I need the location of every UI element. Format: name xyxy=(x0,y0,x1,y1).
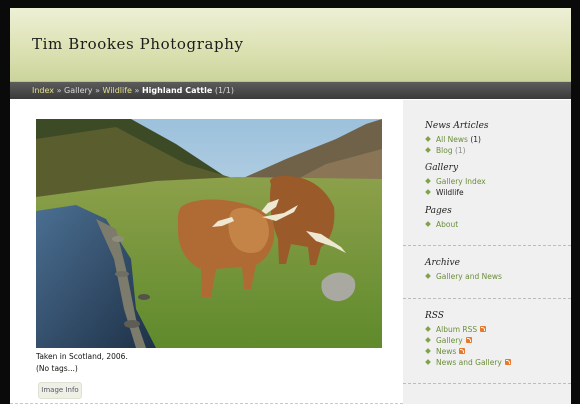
bullet-icon xyxy=(425,359,431,365)
rss-icon[interactable] xyxy=(465,337,472,343)
sidebar-heading: Pages xyxy=(425,206,452,216)
bullet-icon xyxy=(425,348,431,354)
photo-caption: Taken in Scotland, 2006. xyxy=(36,352,128,361)
sidebar-item-gallery-rss[interactable]: Gallery xyxy=(425,335,571,346)
sidebar-item-all-news[interactable]: All News (1) xyxy=(425,134,571,145)
sidebar-news-articles: News Articles All News (1) Blog (1) xyxy=(403,121,571,156)
sidebar-item-label[interactable]: Wildlife xyxy=(436,188,464,197)
breadcrumb-gallery: Gallery xyxy=(64,86,93,95)
sidebar-item-gallery-and-news[interactable]: Gallery and News xyxy=(425,271,571,282)
sidebar-heading: RSS xyxy=(425,311,444,321)
sidebar-item-label[interactable]: Blog xyxy=(436,146,453,155)
sidebar-pages: Pages About xyxy=(403,206,571,230)
sidebar: News Articles All News (1) Blog (1) Gall… xyxy=(403,100,571,404)
sidebar-item-blog[interactable]: Blog (1) xyxy=(425,145,571,156)
sidebar-divider xyxy=(403,245,571,246)
site-title[interactable]: Tim Brookes Photography xyxy=(32,35,244,53)
sidebar-rss: RSS Album RSS Gallery News News and Gall… xyxy=(403,311,571,368)
rss-icon[interactable] xyxy=(504,359,511,365)
sidebar-heading: News Articles xyxy=(425,121,489,131)
breadcrumb-separator: » xyxy=(95,86,100,95)
breadcrumb-separator: » xyxy=(56,86,62,95)
sidebar-archive: Archive Gallery and News xyxy=(403,258,571,282)
sidebar-heading: Gallery xyxy=(425,163,459,173)
sidebar-item-label[interactable]: News xyxy=(436,347,456,356)
rss-icon[interactable] xyxy=(459,348,466,354)
sidebar-item-label[interactable]: Gallery xyxy=(436,336,463,345)
item-count: (1) xyxy=(470,135,481,144)
image-info-button[interactable]: Image Info xyxy=(38,382,82,399)
site-header: Tim Brookes Photography xyxy=(10,8,571,82)
main-content: Taken in Scotland, 2006. (No tags...) Im… xyxy=(10,100,403,404)
sidebar-item-label[interactable]: News and Gallery xyxy=(436,358,502,367)
sidebar-item-label[interactable]: Album RSS xyxy=(436,325,477,334)
sidebar-item-label[interactable]: Gallery Index xyxy=(436,177,486,186)
breadcrumb-current: Highland Cattle xyxy=(141,86,213,95)
item-count: (1) xyxy=(454,146,466,155)
photo-tags: (No tags...) xyxy=(36,364,78,373)
bullet-icon xyxy=(425,189,431,195)
breadcrumb-counter: (1/1) xyxy=(214,86,234,95)
bullet-icon xyxy=(425,147,431,153)
bullet-icon xyxy=(425,337,431,343)
bullet-icon xyxy=(425,136,431,142)
sidebar-item-label[interactable]: About xyxy=(436,220,458,229)
bullet-icon xyxy=(425,178,431,184)
breadcrumb: Index » Gallery » Wildlife » Highland Ca… xyxy=(10,82,571,99)
page-frame: Tim Brookes Photography Index » Gallery … xyxy=(10,8,571,404)
sidebar-divider xyxy=(403,298,571,299)
sidebar-divider xyxy=(403,383,571,384)
sidebar-item-label[interactable]: Gallery and News xyxy=(436,272,502,281)
breadcrumb-index-link[interactable]: Index xyxy=(32,86,54,95)
sidebar-heading: Archive xyxy=(425,258,460,268)
sidebar-gallery: Gallery Gallery Index Wildlife xyxy=(403,163,571,198)
rss-icon[interactable] xyxy=(480,326,487,332)
sidebar-item-news-rss[interactable]: News xyxy=(425,346,571,357)
sidebar-item-wildlife[interactable]: Wildlife xyxy=(425,187,571,198)
sidebar-item-label[interactable]: All News xyxy=(436,135,468,144)
bullet-icon xyxy=(425,326,431,332)
highland-cattle-photo[interactable] xyxy=(36,119,382,348)
sidebar-item-news-and-gallery-rss[interactable]: News and Gallery xyxy=(425,357,571,368)
breadcrumb-separator: » xyxy=(134,86,140,95)
bullet-icon xyxy=(425,273,431,279)
sidebar-item-about[interactable]: About xyxy=(425,219,571,230)
sidebar-item-gallery-index[interactable]: Gallery Index xyxy=(425,176,571,187)
breadcrumb-wildlife-link[interactable]: Wildlife xyxy=(103,86,132,95)
sidebar-item-album-rss[interactable]: Album RSS xyxy=(425,324,571,335)
bullet-icon xyxy=(425,221,431,227)
